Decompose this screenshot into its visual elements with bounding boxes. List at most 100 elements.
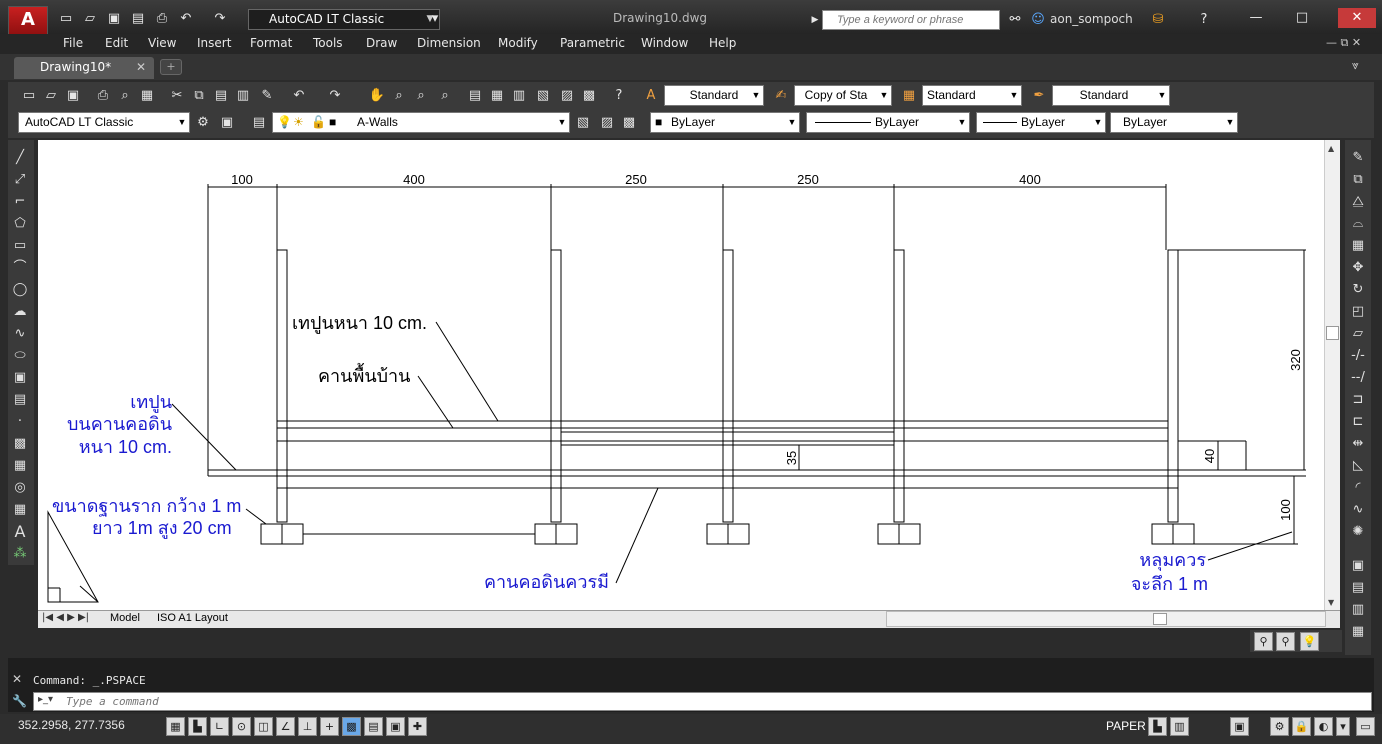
text-style-icon[interactable]: A bbox=[642, 87, 660, 105]
tab-model[interactable]: Model bbox=[110, 612, 140, 624]
line-icon[interactable]: ╱ bbox=[10, 148, 30, 168]
send-under-icon[interactable]: ▦ bbox=[1348, 622, 1368, 642]
bring-above-icon[interactable]: ▥ bbox=[1348, 600, 1368, 620]
join-icon[interactable]: ⇹ bbox=[1348, 434, 1368, 454]
quick-view-layouts-icon[interactable]: ▙ bbox=[1148, 717, 1167, 736]
hatch-icon[interactable]: ▩ bbox=[10, 434, 30, 454]
color-select[interactable]: ■ ByLayer ▼ bbox=[650, 112, 800, 133]
annotation-visibility-icon[interactable]: ⚲ bbox=[1254, 632, 1273, 651]
menu-view[interactable]: View bbox=[148, 36, 176, 50]
multiline-text-icon[interactable]: A bbox=[10, 522, 30, 542]
arc-icon[interactable]: ⌒ bbox=[10, 258, 30, 278]
undo-icon[interactable]: ↶ bbox=[176, 9, 196, 29]
search-input[interactable] bbox=[823, 11, 999, 29]
save-icon[interactable]: ▣ bbox=[104, 9, 124, 29]
extend-icon[interactable]: --/ bbox=[1348, 368, 1368, 388]
open-icon[interactable]: ▱ bbox=[42, 87, 60, 105]
binoculars-icon[interactable]: ⚯ bbox=[1005, 10, 1025, 30]
clean-screen-icon[interactable]: ▭ bbox=[1356, 717, 1375, 736]
redo-icon[interactable]: ↷ bbox=[210, 9, 230, 29]
menu-parametric[interactable]: Parametric bbox=[560, 36, 625, 50]
offset-icon[interactable]: ⌓ bbox=[1348, 214, 1368, 234]
ortho-icon[interactable]: ∟ bbox=[210, 717, 229, 736]
array-icon[interactable]: ▦ bbox=[1348, 236, 1368, 256]
polar-icon[interactable]: ⊙ bbox=[232, 717, 251, 736]
copy-icon[interactable]: ⧉ bbox=[190, 87, 208, 105]
linetype-select[interactable]: ByLayer ▼ bbox=[806, 112, 970, 133]
quick-access-dropdown-icon[interactable]: ▾ bbox=[425, 9, 445, 29]
drawing-canvas[interactable]: 100 400 250 250 400 320 40 35 100 เทปูนห… bbox=[38, 140, 1340, 610]
exchange-icon[interactable]: ⛁ bbox=[1148, 10, 1168, 30]
command-prompt-icon[interactable]: ▸_▾ bbox=[38, 694, 53, 705]
minimize-icon[interactable]: — bbox=[1246, 8, 1266, 28]
grid-icon[interactable]: ▦ bbox=[166, 717, 185, 736]
menu-dimension[interactable]: Dimension bbox=[417, 36, 481, 50]
layout-nav-arrows[interactable]: |◀ ◀ ▶ ▶| bbox=[42, 612, 89, 623]
username[interactable]: aon_sompoch bbox=[1050, 12, 1133, 26]
layer-match-icon[interactable]: ▨ bbox=[598, 114, 616, 132]
tab-iso-a1-layout[interactable]: ISO A1 Layout bbox=[157, 612, 228, 624]
workspace-select[interactable]: AutoCAD LT Classic ▼ bbox=[248, 9, 440, 30]
wrench-icon[interactable]: 🔧 bbox=[12, 694, 27, 708]
menu-edit[interactable]: Edit bbox=[105, 36, 128, 50]
text-style-select[interactable]: Standard ▼ bbox=[664, 85, 764, 106]
fillet-icon[interactable]: ◜ bbox=[1348, 478, 1368, 498]
insert-block-icon[interactable]: ▣ bbox=[10, 368, 30, 388]
otrack-icon[interactable]: ∠ bbox=[276, 717, 295, 736]
quick-view-drawings-icon[interactable]: ▥ bbox=[1170, 717, 1189, 736]
ellipse-icon[interactable]: ⬭ bbox=[10, 346, 30, 366]
layer-states-icon[interactable]: ▩ bbox=[620, 114, 638, 132]
search-expand-icon[interactable]: ▶ bbox=[808, 10, 822, 30]
redo-icon[interactable]: ↷ bbox=[326, 87, 344, 105]
polygon-icon[interactable]: ⬠ bbox=[10, 214, 30, 234]
workspace-switching-icon[interactable]: ⚙ bbox=[1270, 717, 1289, 736]
draw-order-front-icon[interactable]: ▣ bbox=[1348, 556, 1368, 576]
menu-tools[interactable]: Tools bbox=[313, 36, 343, 50]
tab-drawing10[interactable]: Drawing10* ✕ bbox=[14, 57, 154, 79]
new-tab-icon[interactable]: + bbox=[160, 59, 182, 75]
plot-icon[interactable]: ⎙ bbox=[94, 87, 112, 105]
search-box[interactable] bbox=[822, 10, 1000, 30]
match-properties-icon[interactable]: ✎ bbox=[258, 87, 276, 105]
menu-insert[interactable]: Insert bbox=[197, 36, 231, 50]
table-icon[interactable]: ▦ bbox=[10, 500, 30, 520]
toolbar-lock-icon[interactable]: 🔒 bbox=[1292, 717, 1311, 736]
print-icon[interactable]: ⎙ bbox=[152, 9, 172, 29]
vertical-scrollbar[interactable]: ▲ ▼ bbox=[1324, 140, 1340, 610]
command-input-box[interactable]: ▸_▾ bbox=[33, 692, 1372, 711]
sheet-set-icon[interactable]: ▧ bbox=[534, 87, 552, 105]
calculator-icon[interactable]: ▩ bbox=[580, 87, 598, 105]
dim-style-icon[interactable]: ✍ bbox=[772, 87, 790, 105]
isolate-objects-icon[interactable]: ◐ bbox=[1314, 717, 1333, 736]
layer-select[interactable]: 💡 ☀ 🔓 ■ A-Walls ▼ bbox=[272, 112, 570, 133]
table-style-icon[interactable]: ▦ bbox=[900, 87, 918, 105]
make-layer-current-icon[interactable]: ▧ bbox=[574, 114, 592, 132]
erase-icon[interactable]: ✎ bbox=[1348, 148, 1368, 168]
zoom-previous-icon[interactable]: ⌕ bbox=[436, 87, 454, 105]
scroll-down-icon[interactable]: ▼ bbox=[1328, 598, 1334, 607]
layer-properties-icon[interactable]: ▤ bbox=[250, 114, 268, 132]
horizontal-scrollbar[interactable] bbox=[886, 611, 1326, 627]
command-input[interactable] bbox=[66, 694, 1356, 709]
status-menu-icon[interactable]: ▾ bbox=[1336, 717, 1350, 736]
break-at-point-icon[interactable]: ⊐ bbox=[1348, 390, 1368, 410]
workspace-settings-icon[interactable]: ⚙ bbox=[194, 114, 212, 132]
make-block-icon[interactable]: ▤ bbox=[10, 390, 30, 410]
menu-modify[interactable]: Modify bbox=[498, 36, 538, 50]
construction-line-icon[interactable]: ⤢ bbox=[10, 170, 30, 190]
explode-icon[interactable]: ✺ bbox=[1348, 522, 1368, 542]
cursor-coordinates[interactable]: 352.2958, 277.7356 bbox=[18, 718, 125, 732]
maximize-viewport-icon[interactable]: ▣ bbox=[1230, 717, 1249, 736]
gradient-icon[interactable]: ▦ bbox=[10, 456, 30, 476]
lineweight-select[interactable]: ByLayer ▼ bbox=[976, 112, 1106, 133]
scale-icon[interactable]: ◰ bbox=[1348, 302, 1368, 322]
help-icon[interactable]: ? bbox=[610, 87, 628, 105]
horizontal-scroll-thumb[interactable] bbox=[1153, 613, 1167, 625]
revision-cloud-icon[interactable]: ☁ bbox=[10, 302, 30, 322]
plot-preview-icon[interactable]: ⌕ bbox=[116, 87, 134, 105]
ducs-icon[interactable]: ⊥ bbox=[298, 717, 317, 736]
zoom-realtime-icon[interactable]: ⌕ bbox=[390, 87, 408, 105]
snap-mode-icon[interactable]: ▙ bbox=[188, 717, 207, 736]
maximize-icon[interactable]: □ bbox=[1292, 8, 1312, 28]
scroll-up-icon[interactable]: ▲ bbox=[1328, 144, 1334, 153]
